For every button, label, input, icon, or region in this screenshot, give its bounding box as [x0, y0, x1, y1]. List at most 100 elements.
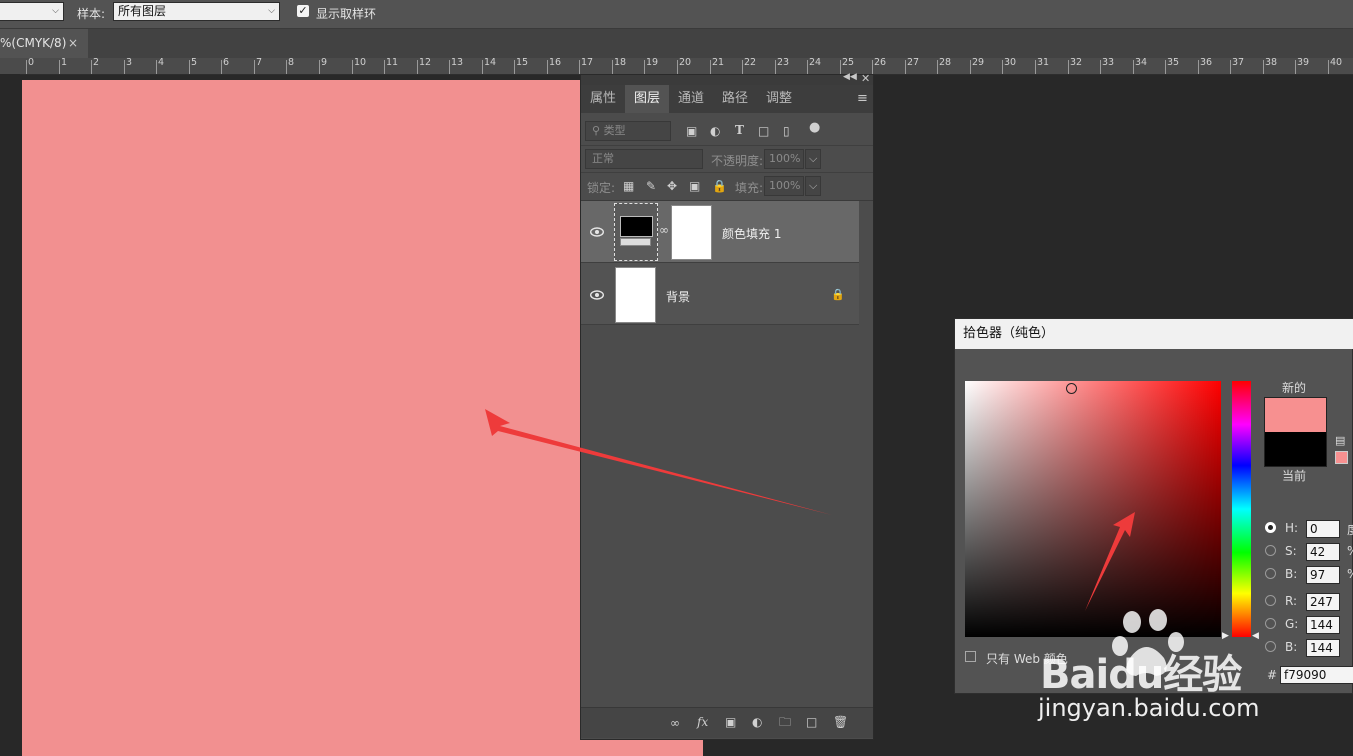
type-filter-icon[interactable]: T — [735, 123, 744, 137]
ruler-label: 29 — [972, 58, 985, 68]
layer-name[interactable]: 颜色填充 1 — [722, 225, 781, 242]
ruler-tick — [417, 60, 418, 74]
ruler-label: 8 — [288, 58, 295, 68]
opacity-dropdown-button[interactable]: ⌵ — [805, 149, 821, 169]
ruler-label: 10 — [354, 58, 367, 68]
panel-tabs: 属性 图层 通道 路径 调整 ≡ — [581, 85, 873, 113]
show-ring-checkbox[interactable]: ✓ — [297, 5, 309, 17]
saturation-brightness-field[interactable] — [965, 381, 1221, 637]
background-thumbnail[interactable] — [615, 267, 656, 323]
collapse-icon[interactable]: ◀◀ — [843, 72, 857, 82]
adjustment-icon[interactable]: ◐ — [752, 715, 762, 729]
ruler-tick — [742, 60, 743, 74]
trash-icon[interactable]: 🗑 — [833, 715, 848, 729]
smart-object-filter-icon[interactable]: ▯ — [783, 124, 790, 138]
layer-row-background[interactable]: 背景 🔒 — [581, 263, 859, 325]
lock-position-icon[interactable]: ✥ — [667, 179, 677, 193]
layer-mask-thumbnail[interactable] — [671, 205, 712, 260]
fx-icon[interactable]: fx — [697, 715, 708, 729]
radio-red[interactable] — [1265, 595, 1276, 606]
ruler-label: 30 — [1004, 58, 1017, 68]
tab-channels[interactable]: 通道 — [669, 85, 713, 113]
eye-icon[interactable] — [590, 227, 604, 237]
tab-layers[interactable]: 图层 — [625, 85, 669, 113]
tab-properties[interactable]: 属性 — [581, 85, 625, 113]
opacity-label: 不透明度: — [711, 154, 764, 168]
tab-adjustments[interactable]: 调整 — [757, 85, 801, 113]
shape-filter-icon[interactable]: □ — [758, 124, 769, 138]
fill-dropdown-button[interactable]: ⌵ — [805, 176, 821, 196]
folder-icon[interactable]: 🗀 — [779, 715, 791, 729]
hue-unit: 度 — [1347, 521, 1353, 538]
ruler-label: 9 — [321, 58, 328, 68]
watermark-brand: Baidu经验 — [1040, 652, 1242, 698]
layer-filter-row: ⚲ 类型 ▣ ◐ T □ ▯ ● — [581, 118, 873, 144]
lock-artboard-icon[interactable]: ▣ — [689, 179, 700, 193]
ruler-label: 35 — [1167, 58, 1180, 68]
ruler-tick — [937, 60, 938, 74]
current-color-swatch[interactable] — [1264, 432, 1327, 467]
ruler-label: 38 — [1265, 58, 1278, 68]
filter-kind-dropdown[interactable]: ⚲ 类型 — [585, 121, 671, 141]
sample-label: 样本: — [77, 7, 106, 21]
eye-icon[interactable] — [590, 290, 604, 300]
saturation-unit: % — [1347, 544, 1353, 558]
mask-icon[interactable]: ▣ — [725, 715, 736, 729]
close-icon[interactable]: ✕ — [861, 72, 870, 85]
ruler-label: 31 — [1037, 58, 1050, 68]
opacity-input[interactable]: 100% — [764, 149, 804, 169]
radio-saturation[interactable] — [1265, 545, 1276, 556]
ruler-tick — [91, 60, 92, 74]
panel-menu-icon[interactable]: ≡ — [857, 91, 868, 106]
image-filter-icon[interactable]: ▣ — [686, 124, 697, 138]
ruler-tick — [124, 60, 125, 74]
lock-transparent-icon[interactable]: ▦ — [623, 179, 634, 193]
link-icon[interactable]: ∞ — [670, 716, 680, 730]
ruler-tick — [872, 60, 873, 74]
lock-all-icon[interactable]: 🔒 — [712, 179, 727, 193]
saturation-input[interactable]: 42 — [1306, 543, 1340, 561]
ruler-tick — [254, 60, 255, 74]
current-color-label: 当前 — [1282, 469, 1307, 483]
chevron-down-icon: ⌵ — [268, 6, 275, 16]
sample-value: 所有图层 — [118, 4, 167, 18]
ruler-label: 0 — [28, 58, 35, 68]
chain-link-icon[interactable]: ∞ — [659, 223, 669, 237]
new-layer-icon[interactable]: □ — [806, 715, 817, 729]
ruler-label: 13 — [451, 58, 464, 68]
adjustment-filter-icon[interactable]: ◐ — [710, 124, 720, 138]
ruler-tick — [1198, 60, 1199, 74]
layer-row-color-fill[interactable]: ∞ 颜色填充 1 — [581, 201, 859, 263]
document-tab[interactable]: %(CMYK/8) × — [0, 29, 88, 58]
blend-mode-dropdown[interactable]: 正常 — [585, 149, 703, 169]
ruler-label: 3 — [126, 58, 133, 68]
hue-input[interactable]: 0 — [1306, 520, 1340, 538]
web-only-checkbox[interactable] — [965, 651, 976, 662]
ruler-tick — [1328, 60, 1329, 74]
ruler-tick — [1295, 60, 1296, 74]
document-tab-title: %(CMYK/8) — [0, 36, 67, 50]
sample-dropdown[interactable]: 所有图层 ⌵ — [113, 2, 280, 21]
ruler-label: 28 — [939, 58, 952, 68]
tool-preset-dropdown[interactable]: ⌵ — [0, 2, 64, 21]
tab-paths[interactable]: 路径 — [713, 85, 757, 113]
out-of-gamut-cube-icon[interactable]: ▤ — [1335, 434, 1345, 447]
layer-name[interactable]: 背景 — [666, 288, 690, 305]
hue-slider[interactable] — [1232, 381, 1251, 637]
ruler-tick — [1165, 60, 1166, 74]
close-tab-icon[interactable]: × — [68, 29, 78, 58]
ruler-tick — [1035, 60, 1036, 74]
hue-label: H: — [1285, 521, 1299, 535]
fill-layer-thumbnail[interactable] — [614, 203, 658, 261]
brightness-input[interactable]: 97 — [1306, 566, 1340, 584]
color-cursor[interactable] — [1066, 383, 1077, 394]
web-safe-swatch[interactable] — [1335, 451, 1348, 464]
ruler-tick — [352, 60, 353, 74]
filter-toggle-icon[interactable]: ● — [809, 121, 820, 135]
lock-label: 锁定: — [587, 181, 616, 195]
ruler-tick — [26, 60, 27, 74]
radio-hue[interactable] — [1265, 522, 1276, 533]
radio-brightness[interactable] — [1265, 568, 1276, 579]
lock-image-icon[interactable]: ✎ — [646, 179, 656, 193]
fill-input[interactable]: 100% — [764, 176, 804, 196]
